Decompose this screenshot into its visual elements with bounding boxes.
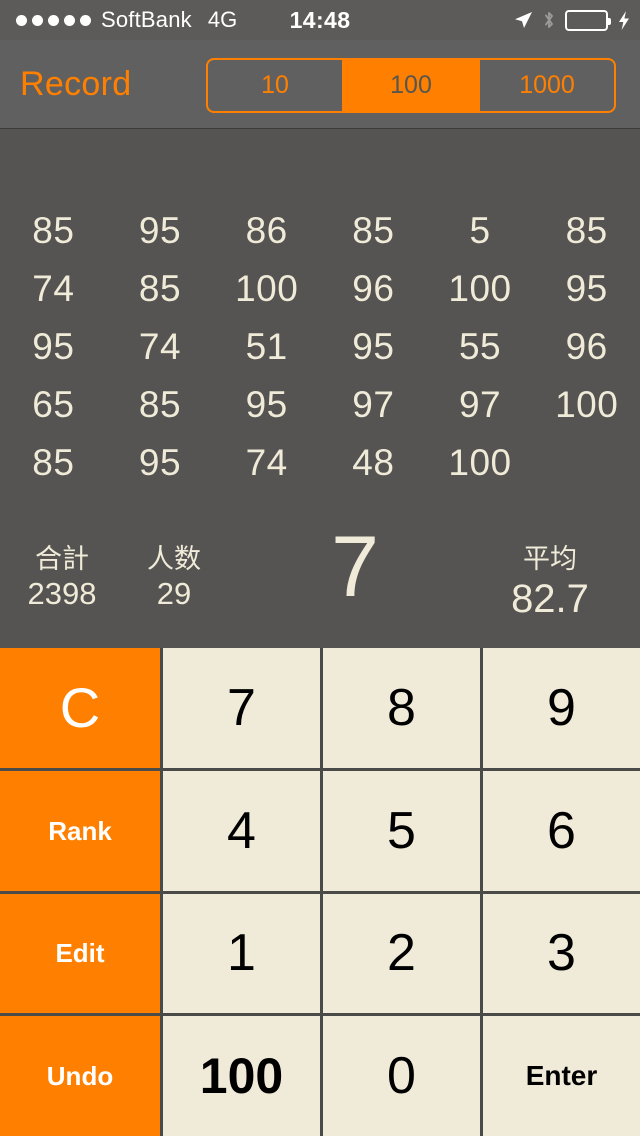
record-value: 95	[565, 267, 608, 309]
stat-average-value: 82.7	[511, 577, 589, 622]
battery-icon	[565, 9, 611, 31]
key-9[interactable]: 9	[483, 648, 640, 768]
keypad: C 7 8 9 Rank 4 5 6 Edit 1 2 3 Undo 100 0…	[0, 648, 640, 1136]
stat-count-label: 人数	[147, 544, 201, 574]
key-undo[interactable]: Undo	[0, 1016, 160, 1136]
record-value: 95	[32, 325, 75, 367]
record-value: 85	[32, 441, 75, 483]
record-value: 51	[245, 325, 288, 367]
record-value: 97	[352, 383, 395, 425]
record-value: 100	[235, 267, 299, 309]
record-value: 95	[352, 325, 395, 367]
signal-dot	[16, 14, 27, 26]
signal-dot	[32, 14, 43, 26]
carrier-name: SoftBank	[101, 7, 192, 32]
key-7[interactable]: 7	[163, 648, 320, 768]
battery-cap	[608, 17, 611, 25]
stat-total-value: 2398	[27, 576, 97, 612]
record-value: 96	[352, 267, 395, 309]
key-5[interactable]: 5	[323, 770, 480, 891]
status-bar-right	[513, 0, 630, 40]
page-title: Record	[20, 64, 132, 103]
key-clear[interactable]: C	[0, 648, 160, 768]
key-1[interactable]: 1	[163, 893, 320, 1014]
stat-count: 人数 29	[126, 544, 222, 612]
charging-bolt-icon	[618, 10, 630, 31]
key-0[interactable]: 0	[323, 1016, 480, 1136]
record-value: 55	[458, 325, 502, 367]
status-bar-left: SoftBank 4G	[16, 7, 237, 33]
current-input-display: 7	[331, 519, 379, 615]
stat-average-label: 平均	[523, 544, 577, 574]
network-type: 4G	[207, 7, 238, 32]
key-enter[interactable]: Enter	[483, 1016, 640, 1136]
record-value: 48	[352, 441, 395, 483]
segment-1000[interactable]: 1000	[480, 60, 614, 111]
keypad-row: Rank 4 5 6	[0, 770, 640, 891]
record-value: 85	[32, 209, 75, 251]
record-grid: 85 95 86 85 5 85 74 85 100 96 100 95 95 …	[0, 201, 640, 491]
signal-strength-dots	[16, 14, 91, 26]
record-panel: 85 95 86 85 5 85 74 85 100 96 100 95 95 …	[0, 129, 640, 648]
record-row: 95 74 51 95 55 96	[0, 317, 640, 375]
record-value: 86	[245, 209, 288, 251]
app-root: SoftBank 4G 14:48 Record 10 100 1000 85 …	[0, 0, 640, 1136]
scale-segmented-control[interactable]: 10 100 1000	[206, 58, 616, 113]
record-row: 65 85 95 97 97 100	[0, 375, 640, 433]
stat-total-label: 合計	[35, 544, 89, 574]
record-row: 85 95 86 85 5 85	[0, 201, 640, 259]
record-value: 95	[138, 441, 182, 483]
key-2[interactable]: 2	[323, 893, 480, 1014]
stat-average: 平均 82.7	[470, 544, 630, 623]
key-4[interactable]: 4	[163, 770, 320, 891]
record-value: 100	[448, 441, 512, 483]
signal-dot	[48, 14, 59, 26]
record-value: 97	[458, 383, 502, 425]
key-100[interactable]: 100	[163, 1016, 320, 1136]
keypad-row: C 7 8 9	[0, 648, 640, 768]
record-value: 95	[245, 383, 288, 425]
stat-count-value: 29	[156, 576, 192, 612]
signal-dot	[80, 14, 91, 26]
segment-100[interactable]: 100	[344, 60, 480, 111]
record-value: 100	[555, 383, 619, 425]
record-value: 96	[565, 325, 608, 367]
record-value: 95	[138, 209, 182, 251]
key-3[interactable]: 3	[483, 893, 640, 1014]
record-value: 100	[448, 267, 512, 309]
record-value: 85	[565, 209, 608, 251]
record-value: 5	[469, 209, 491, 251]
key-rank[interactable]: Rank	[0, 770, 160, 891]
status-bar: SoftBank 4G 14:48	[0, 0, 640, 40]
record-value: 74	[32, 267, 75, 309]
signal-dot	[64, 14, 75, 26]
key-edit[interactable]: Edit	[0, 893, 160, 1014]
location-arrow-icon	[513, 10, 533, 30]
bluetooth-icon	[542, 10, 556, 30]
navigation-bar: Record 10 100 1000	[0, 40, 640, 129]
record-row: 85 95 74 48 100	[0, 433, 640, 491]
record-value: 85	[352, 209, 395, 251]
record-value: 74	[245, 441, 288, 483]
record-value: 85	[138, 383, 182, 425]
key-6[interactable]: 6	[483, 770, 640, 891]
record-value: 85	[138, 267, 182, 309]
record-value: 65	[32, 383, 75, 425]
record-value: 74	[138, 325, 182, 367]
keypad-row: Edit 1 2 3	[0, 893, 640, 1014]
keypad-row: Undo 100 0 Enter	[0, 1016, 640, 1136]
stats-bar: 合計 2398 人数 29 7 平均 82.7	[0, 518, 640, 638]
key-8[interactable]: 8	[323, 648, 480, 768]
record-row: 74 85 100 96 100 95	[0, 259, 640, 317]
segment-10[interactable]: 10	[208, 60, 344, 111]
stat-total: 合計 2398	[14, 544, 110, 612]
